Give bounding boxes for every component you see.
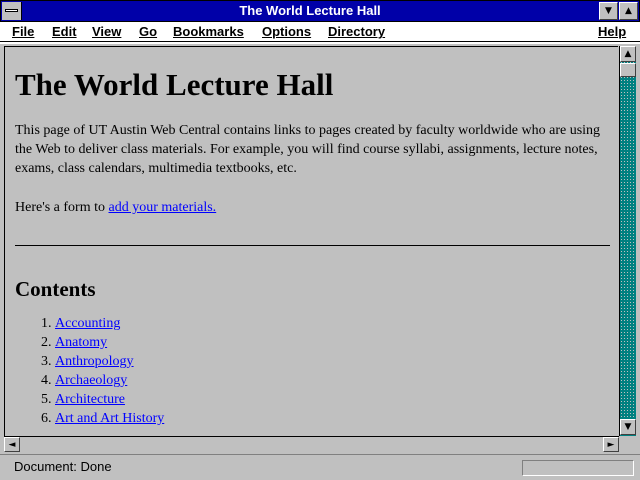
menu-edit[interactable]: Edit [52, 24, 77, 39]
list-item: Archaeology [55, 371, 618, 390]
list-item: Art and Art History [55, 409, 618, 428]
intro-paragraph: This page of UT Austin Web Central conta… [15, 123, 601, 176]
form-paragraph: Here's a form to add your materials. [15, 198, 618, 217]
document-view[interactable]: The World Lecture Hall This page of UT A… [4, 46, 618, 436]
divider [15, 245, 610, 246]
list-item: Accounting [55, 314, 618, 333]
vertical-scroll-thumb[interactable] [620, 63, 636, 77]
menu-view[interactable]: View [92, 24, 121, 39]
menu-go[interactable]: Go [139, 24, 157, 39]
arrow-up-icon: ▲ [624, 49, 632, 59]
window-title: The World Lecture Hall [239, 3, 381, 18]
vertical-scrollbar[interactable]: ▲ ▼ [619, 46, 636, 436]
menu-file[interactable]: File [12, 24, 34, 39]
scroll-down-button[interactable]: ▼ [620, 419, 636, 435]
add-materials-link[interactable]: add your materials. [109, 200, 217, 215]
form-prefix-text: Here's a form to [15, 200, 109, 215]
arrow-right-icon: ► [607, 440, 615, 450]
status-bar: Document: Done [0, 454, 640, 480]
page-heading: The World Lecture Hall [15, 67, 334, 102]
horizontal-scrollbar[interactable]: ◄ ► [4, 436, 619, 452]
progress-indicator [522, 460, 634, 476]
contents-link-archaeology[interactable]: Archaeology [55, 373, 127, 388]
list-item: Anthropology [55, 352, 618, 371]
maximize-button[interactable]: ▲ [619, 2, 638, 20]
arrow-down-icon: ▼ [624, 422, 632, 432]
title-bar[interactable]: The World Lecture Hall ▼ ▲ [0, 0, 640, 22]
contents-link-architecture[interactable]: Architecture [55, 392, 125, 407]
status-text: Document: Done [14, 459, 112, 474]
contents-link-anthropology[interactable]: Anthropology [55, 354, 134, 369]
system-menu-button[interactable] [2, 2, 22, 20]
menu-directory[interactable]: Directory [328, 24, 385, 39]
minimize-icon: ▼ [605, 6, 612, 16]
arrow-left-icon: ◄ [8, 440, 16, 450]
contents-list: Accounting Anatomy Anthropology Archaeol… [15, 314, 618, 428]
contents-heading: Contents [15, 277, 96, 301]
system-menu-icon [5, 9, 18, 12]
contents-link-anatomy[interactable]: Anatomy [55, 335, 107, 350]
list-item: Architecture [55, 390, 618, 409]
scroll-up-button[interactable]: ▲ [620, 46, 636, 62]
scroll-right-button[interactable]: ► [603, 437, 619, 452]
menu-help[interactable]: Help [598, 24, 626, 39]
contents-link-accounting[interactable]: Accounting [55, 316, 120, 331]
minimize-button[interactable]: ▼ [599, 2, 618, 20]
menu-bar: File Edit View Go Bookmarks Options Dire… [0, 22, 640, 42]
menu-bookmarks[interactable]: Bookmarks [173, 24, 244, 39]
scrollbar-corner [619, 436, 636, 452]
contents-link-art-history[interactable]: Art and Art History [55, 411, 164, 426]
maximize-icon: ▲ [625, 6, 632, 16]
menu-options[interactable]: Options [262, 24, 311, 39]
list-item: Anatomy [55, 333, 618, 352]
scroll-left-button[interactable]: ◄ [4, 437, 20, 452]
